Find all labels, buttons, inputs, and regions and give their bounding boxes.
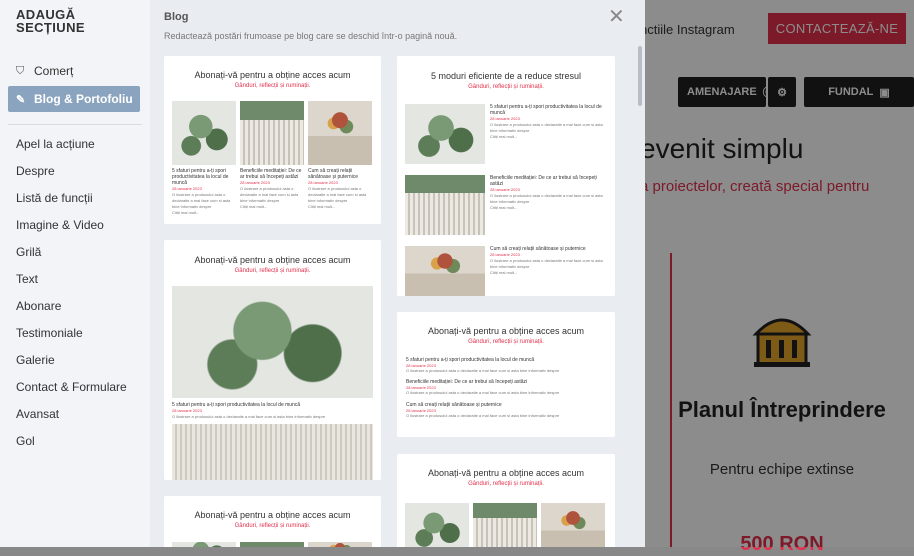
post-image (172, 424, 373, 480)
post-caption: Beneficiile meditației: De ce ar trebui … (490, 175, 603, 210)
blog-template-text-list[interactable]: Abonați-vă pentru a obține acces acum Gâ… (397, 312, 615, 437)
blog-template-list-images[interactable]: 5 moduri eficiente de a reduce stresul G… (397, 56, 615, 296)
sidebar-title: ADAUGĂ SECȚIUNE (16, 7, 85, 35)
post-image (405, 104, 485, 164)
post-caption: 5 sfaturi pentru a-ți spori productivita… (172, 168, 231, 215)
post-image (405, 246, 485, 296)
post-image (172, 542, 236, 547)
sidebar-item-abonare[interactable]: Abonare (16, 299, 61, 313)
sidebar-item-avansat[interactable]: Avansat (16, 407, 59, 421)
post-caption: Beneficiile meditației: De ce ar trebui … (240, 168, 302, 209)
sidebar-divider (8, 124, 142, 125)
post-image (405, 175, 485, 235)
template-heading: Abonați-vă pentru a obține acces acum (427, 468, 585, 478)
sidebar-item-label: Blog & Portofoliu (34, 92, 133, 106)
blog-template-panel: Blog Redactează postări frumoase pe blog… (150, 0, 645, 547)
template-heading: Abonați-vă pentru a obține acces acum (194, 70, 351, 80)
template-heading: Abonați-vă pentru a obține acces acum (194, 510, 351, 520)
template-subheading: Gânduri, reflecții și ruminații. (234, 268, 311, 274)
sidebar-item-lista-functii[interactable]: Listă de funcții (16, 191, 93, 205)
sidebar-item-apel[interactable]: Apel la acțiune (16, 137, 95, 151)
template-subheading: Gânduri, reflecții și ruminații. (234, 523, 311, 529)
close-icon[interactable]: ✕ (608, 4, 625, 29)
template-subheading: Gânduri, reflecții și ruminații. (234, 83, 311, 89)
sidebar-item-gol[interactable]: Gol (16, 434, 35, 448)
post-image (308, 542, 372, 547)
post-caption: 5 sfaturi pentru a-ți spori productivita… (490, 104, 603, 139)
sidebar-item-grila[interactable]: Grilă (16, 245, 41, 259)
template-subheading: Gânduri, reflecții și ruminații. (468, 339, 544, 345)
sidebar-item-imagine-video[interactable]: Imagine & Video (16, 218, 104, 232)
blog-template-featured[interactable]: Abonați-vă pentru a obține acces acum Gâ… (164, 240, 381, 480)
add-section-sidebar: ADAUGĂ SECȚIUNE ⛉ Comerț ✎ Blog & Portof… (0, 0, 150, 547)
post-row: Beneficiile meditației: De ce ar trebui … (406, 379, 560, 395)
blog-template-grid-3[interactable]: Abonați-vă pentru a obține acces acum Gâ… (164, 56, 381, 224)
sidebar-item-contact[interactable]: Contact & Formulare (16, 380, 127, 394)
template-subheading: Gânduri, reflecții și ruminații. (468, 84, 544, 90)
post-image (473, 503, 537, 547)
sidebar-item-galerie[interactable]: Galerie (16, 353, 55, 367)
post-image (405, 503, 469, 547)
sidebar-item-testimoniale[interactable]: Testimoniale (16, 326, 83, 340)
post-image (541, 503, 605, 547)
panel-description: Redactează postări frumoase pe blog care… (164, 31, 458, 41)
post-row: Cum să creați relații sănătoase și puter… (406, 402, 560, 418)
post-image (172, 101, 236, 165)
template-heading: 5 moduri eficiente de a reduce stresul (430, 71, 582, 81)
sidebar-item-comert[interactable]: ⛉ Comerț (8, 58, 140, 84)
template-subheading: Gânduri, reflecții și ruminații. (468, 481, 544, 487)
edit-icon: ✎ (16, 93, 26, 106)
sidebar-item-text[interactable]: Text (16, 272, 38, 286)
post-caption: Cum să creați relații sănătoase și puter… (490, 246, 603, 275)
template-heading: Abonați-vă pentru a obține acces acum (194, 255, 351, 265)
blog-template-grid-alt[interactable]: Abonați-vă pentru a obține acces acum Gâ… (164, 496, 381, 547)
post-image (308, 101, 372, 165)
sidebar-item-label: Comerț (34, 64, 74, 78)
shop-bag-icon: ⛉ (16, 64, 25, 77)
sidebar-item-despre[interactable]: Despre (16, 164, 55, 178)
post-image (240, 101, 304, 165)
post-image (240, 542, 304, 547)
template-heading: Abonați-vă pentru a obține acces acum (427, 326, 585, 336)
blog-template-grid-3b[interactable]: Abonați-vă pentru a obține acces acum Gâ… (397, 454, 615, 547)
post-image (172, 286, 373, 398)
post-row: 5 sfaturi pentru a-ți spori productivita… (406, 357, 560, 373)
panel-title: Blog (164, 11, 189, 23)
scrollbar-thumb[interactable] (638, 46, 642, 106)
sidebar-item-blog-portofoliu[interactable]: ✎ Blog & Portofoliu (8, 86, 140, 112)
post-caption: Cum să creați relații sănătoase și puter… (308, 168, 367, 209)
post-caption: 5 sfaturi pentru a-ți spori productivita… (172, 402, 326, 419)
